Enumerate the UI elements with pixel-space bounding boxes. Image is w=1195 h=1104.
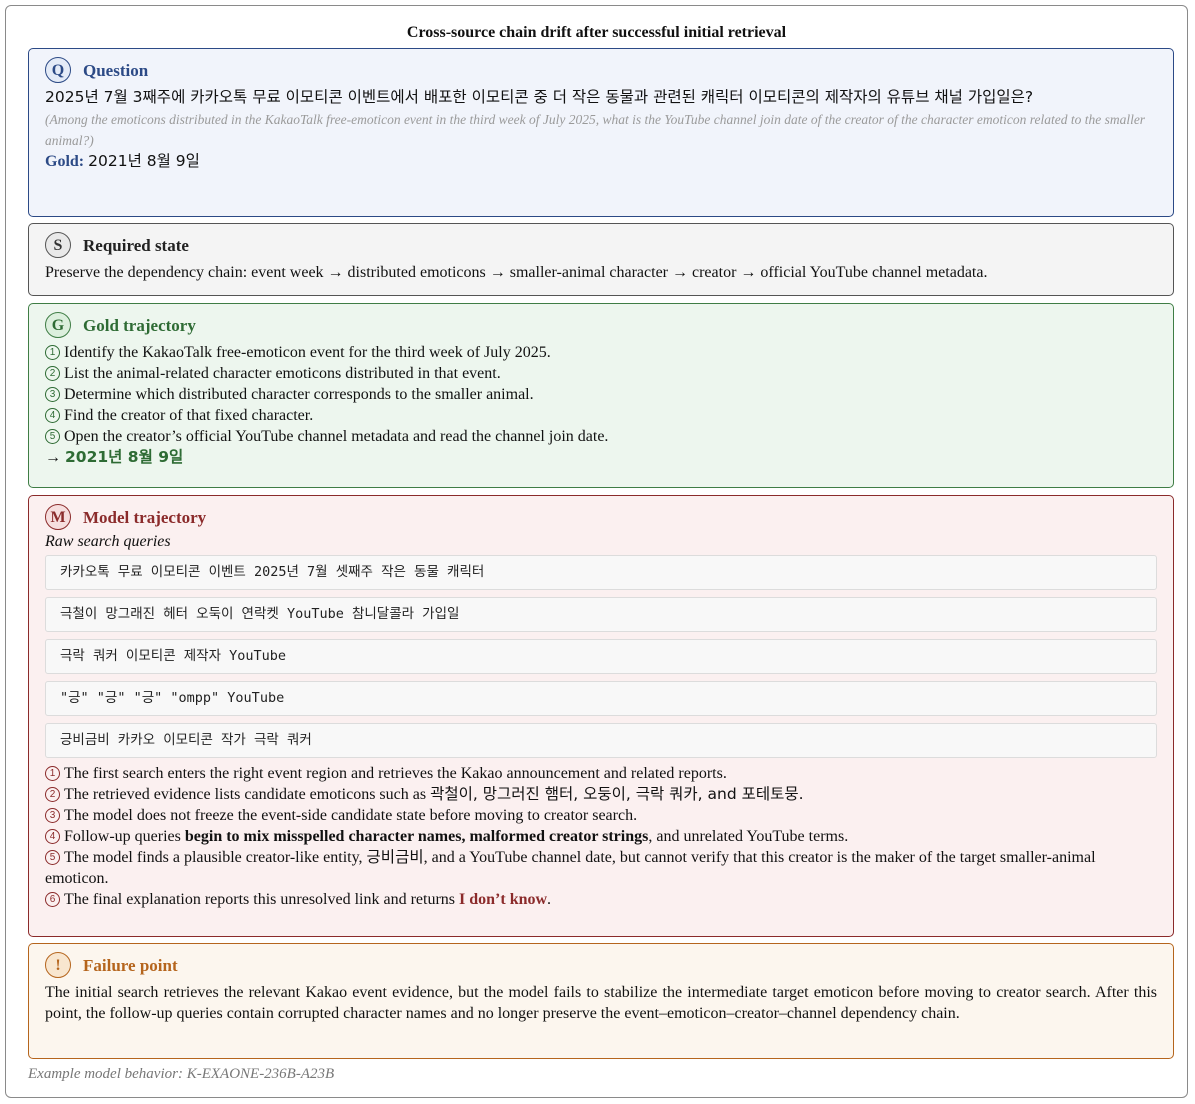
failure-point-text: The initial search retrieves the relevan… bbox=[45, 984, 1157, 1022]
gold-label: Gold: bbox=[45, 153, 85, 170]
search-query: 카카오톡 무료 이모티콘 이벤트 2025년 7월 셋째주 작은 동물 캐릭터 bbox=[45, 555, 1157, 590]
gold-step: 2 List the animal-related character emoti… bbox=[45, 363, 1157, 384]
model-step-text: The model does not freeze the event-side… bbox=[64, 807, 638, 824]
gold-step-text: Open the creator’s official YouTube chan… bbox=[64, 428, 609, 445]
model-step: 3 The model does not freeze the event-sid… bbox=[45, 805, 1157, 826]
model-step-text: The retrieved evidence lists candidate e… bbox=[64, 786, 431, 803]
raw-queries-label: Raw search queries bbox=[45, 533, 171, 550]
gold-step-text: List the animal-related character emotic… bbox=[64, 365, 501, 382]
step-number: 5 bbox=[45, 429, 60, 444]
model-step: 2 The retrieved evidence lists candidate … bbox=[45, 784, 1157, 805]
step-number: 1 bbox=[45, 766, 60, 781]
model-step: 4 Follow-up queries begin to mix misspell… bbox=[45, 826, 1157, 847]
model-step-text: . bbox=[547, 891, 552, 908]
step-number: 4 bbox=[45, 408, 60, 423]
gold-trajectory-label: Gold trajectory bbox=[83, 315, 196, 335]
model-step-emphasis: begin to mix misspelled character names,… bbox=[184, 828, 649, 845]
model-steps: 1 The first search enters the right event… bbox=[45, 763, 1157, 910]
model-step-text: The final explanation reports this unres… bbox=[64, 891, 460, 908]
required-state-badge: S bbox=[45, 232, 71, 258]
gold-step: 5 Open the creator’s official YouTube cha… bbox=[45, 426, 1157, 447]
model-step-text: The first search enters the right event … bbox=[64, 765, 727, 782]
model-step-text: The model finds a plausible creator-like… bbox=[64, 849, 367, 866]
gold-step-text: Determine which distributed character co… bbox=[64, 386, 534, 403]
model-step: 6 The final explanation reports this unre… bbox=[45, 889, 1157, 910]
gold-step-text: Find the creator of that fixed character… bbox=[64, 407, 314, 424]
model-trajectory-header: M Model trajectory bbox=[45, 500, 1157, 534]
gold-trajectory-panel: G Gold trajectory 1 Identify the KakaoTal… bbox=[28, 303, 1174, 488]
step-number: 1 bbox=[45, 345, 60, 360]
idk-answer: I don’t know bbox=[459, 891, 548, 908]
gold-trajectory-badge: G bbox=[45, 312, 71, 338]
failure-point-header: ! Failure point bbox=[45, 948, 1157, 982]
gold-answer-line: Gold: 2021년 8월 9일 bbox=[45, 151, 1157, 172]
step-number: 3 bbox=[45, 808, 60, 823]
question-header: Q Question bbox=[45, 53, 1157, 87]
step-number: 3 bbox=[45, 387, 60, 402]
model-trajectory-panel: M Model trajectory Raw search queries 카카… bbox=[28, 495, 1174, 937]
arrow-icon: → bbox=[45, 449, 61, 466]
gold-step: 4 Find the creator of that fixed characte… bbox=[45, 405, 1157, 426]
required-state-header: S Required state bbox=[45, 228, 1157, 262]
gold-step: 3 Determine which distributed character c… bbox=[45, 384, 1157, 405]
question-badge: Q bbox=[45, 57, 71, 83]
step-number: 2 bbox=[45, 787, 60, 802]
gold-trajectory-answer: 2021년 8월 9일 bbox=[65, 448, 184, 466]
candidate-emoticons: 곽철이, 망그러진 햄터, 오둥이, 극락 쿼카, bbox=[430, 785, 703, 803]
model-step-text: , and unrelated YouTube terms. bbox=[648, 828, 849, 845]
step-number: 2 bbox=[45, 366, 60, 381]
gold-value: 2021년 8월 9일 bbox=[88, 152, 200, 170]
creator-entity: 긍비금비 bbox=[366, 848, 424, 866]
model-step-text: and 포테토뭉. bbox=[702, 785, 804, 803]
failure-point-panel: ! Failure point The initial search retri… bbox=[28, 943, 1174, 1059]
model-step: 1 The first search enters the right event… bbox=[45, 763, 1157, 784]
failure-point-label: Failure point bbox=[83, 955, 178, 975]
question-text: 2025년 7월 3째주에 카카오톡 무료 이모티콘 이벤트에서 배포한 이모티… bbox=[45, 88, 1034, 106]
gold-step: 1 Identify the KakaoTalk free-emoticon ev… bbox=[45, 342, 1157, 363]
question-label: Question bbox=[83, 60, 149, 80]
search-query: "긍" "긍" "긍" "ompp" YouTube bbox=[45, 681, 1157, 716]
figure-footer: Example model behavior: K-EXAONE-236B-A2… bbox=[28, 1066, 335, 1082]
gold-step-text: Identify the KakaoTalk free-emoticon eve… bbox=[64, 344, 551, 361]
gold-answer: → 2021년 8월 9일 bbox=[45, 447, 1157, 468]
step-number: 5 bbox=[45, 850, 60, 865]
model-trajectory-badge: M bbox=[45, 504, 71, 530]
required-state-label: Required state bbox=[83, 235, 189, 255]
model-step: 5 The model finds a plausible creator-lik… bbox=[45, 847, 1157, 889]
required-state-text: Preserve the dependency chain: event wee… bbox=[45, 264, 988, 281]
step-number: 4 bbox=[45, 829, 60, 844]
figure-title: Cross-source chain drift after successfu… bbox=[406, 24, 787, 41]
search-query: 극락 쿼커 이모티콘 제작자 YouTube bbox=[45, 639, 1157, 674]
gold-trajectory-header: G Gold trajectory bbox=[45, 308, 1157, 342]
search-query: 긍비금비 카카오 이모티콘 작가 극락 쿼커 bbox=[45, 723, 1157, 758]
question-translation: (Among the emoticons distributed in the … bbox=[45, 112, 1146, 148]
step-number: 6 bbox=[45, 892, 60, 907]
query-list: 카카오톡 무료 이모티콘 이벤트 2025년 7월 셋째주 작은 동물 캐릭터 … bbox=[45, 555, 1157, 758]
model-step-text: Follow-up queries bbox=[64, 828, 185, 845]
warning-icon: ! bbox=[45, 952, 71, 978]
search-query: 극철이 망그래진 헤터 오둑이 연락켓 YouTube 참니달콜라 가입일 bbox=[45, 597, 1157, 632]
required-state-panel: S Required state Preserve the dependency… bbox=[28, 223, 1174, 296]
model-trajectory-label: Model trajectory bbox=[83, 507, 207, 527]
question-panel: Q Question 2025년 7월 3째주에 카카오톡 무료 이모티콘 이벤… bbox=[28, 48, 1174, 217]
